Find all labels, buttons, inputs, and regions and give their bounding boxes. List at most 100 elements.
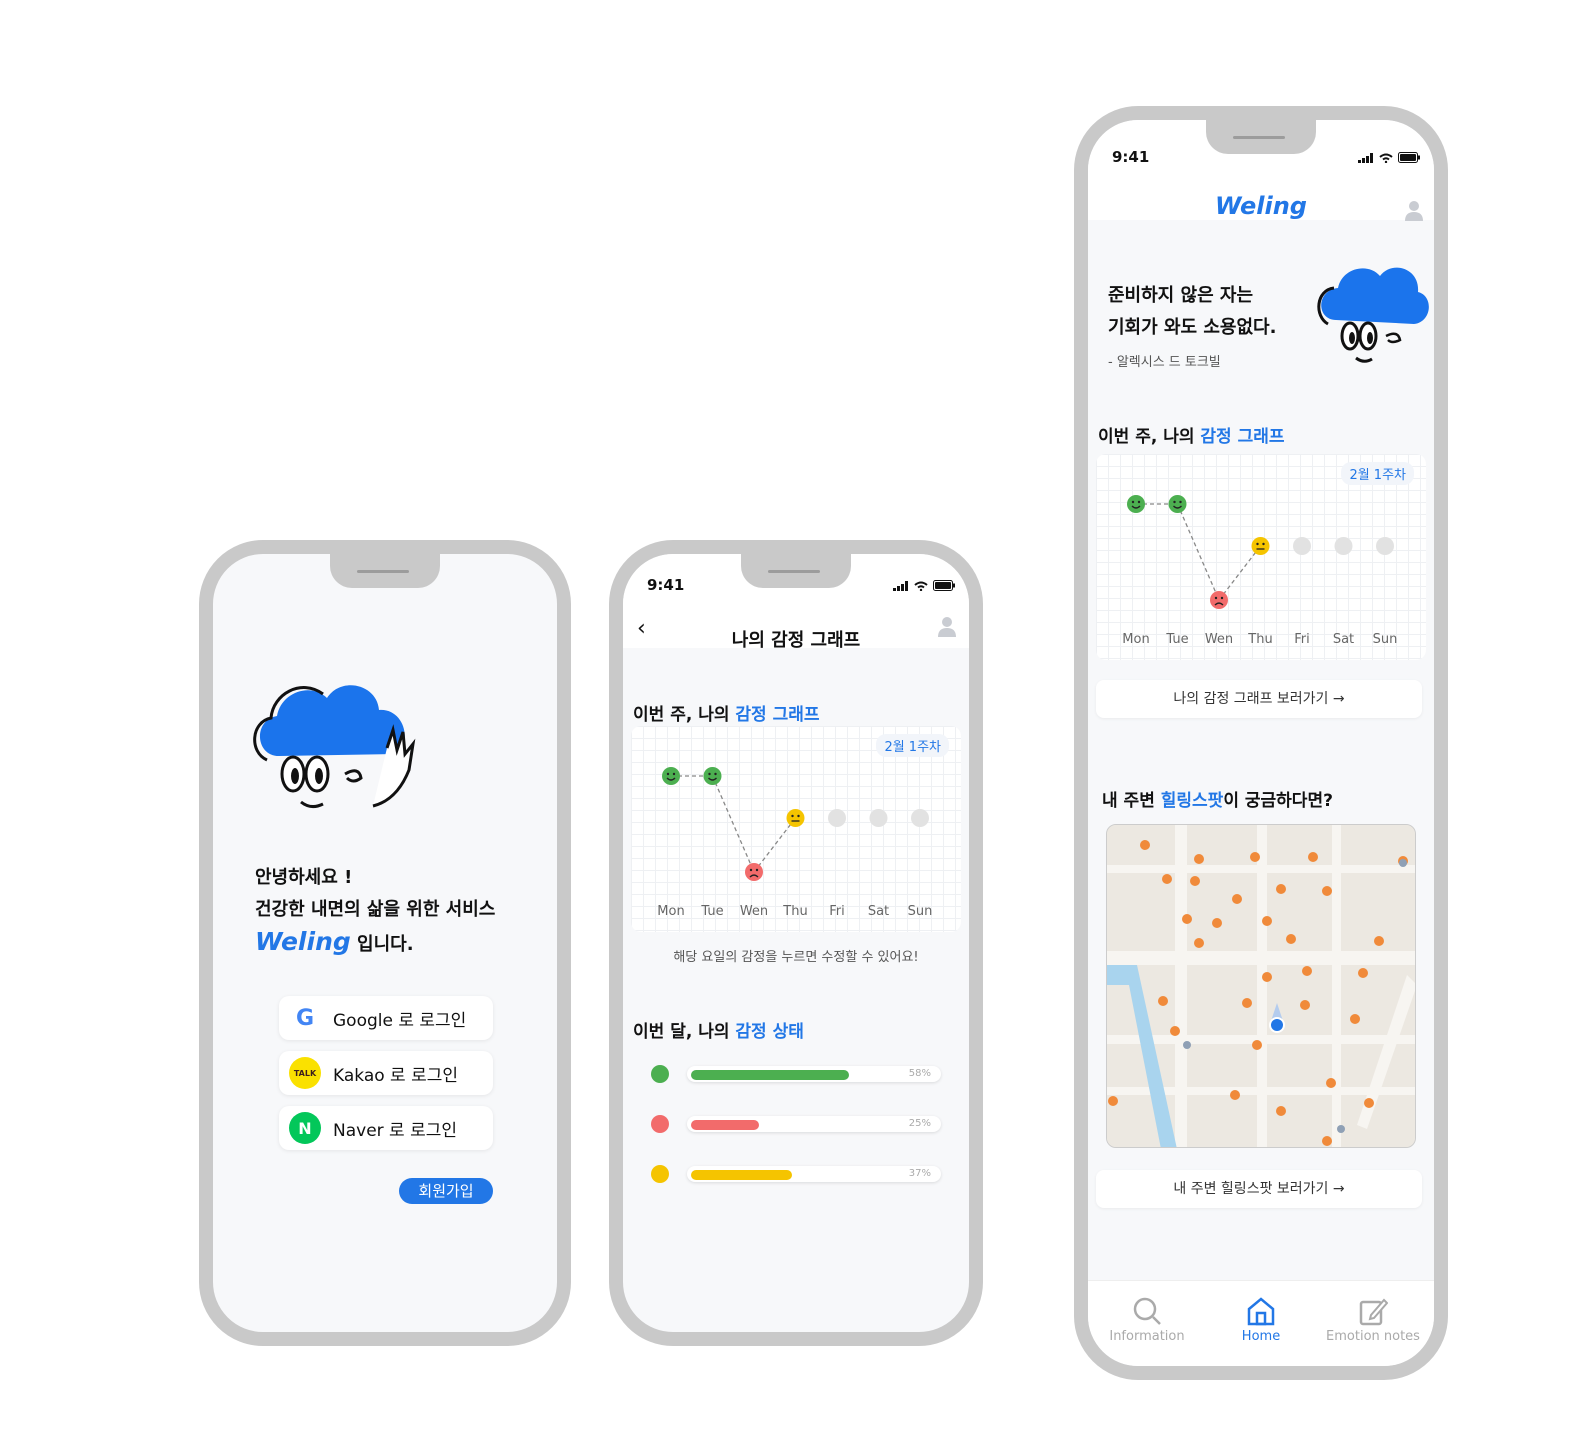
login-phone: 안녕하세요 ! 건강한 내면의 삶을 위한 서비스 Weling 입니다. G … xyxy=(199,540,571,1346)
cloud-mascot-waving xyxy=(253,685,416,809)
day-label: Wen xyxy=(739,904,769,919)
naver-login-label: Naver 로 로그인 xyxy=(333,1120,458,1141)
day-label: Fri xyxy=(829,904,845,919)
mood-bar-fill xyxy=(691,1120,759,1130)
tab-home[interactable]: Home xyxy=(1206,1295,1316,1344)
spot-section-title: 내 주변 힐링스팟이 궁금하다면? xyxy=(1102,786,1333,811)
nearby-map[interactable] xyxy=(1106,824,1416,1148)
tab-emotion-notes[interactable]: Emotion notes xyxy=(1318,1295,1428,1344)
mood-face-empty[interactable] xyxy=(869,809,888,827)
tab-emotion-notes-label: Emotion notes xyxy=(1326,1329,1420,1344)
bottom-tab-bar: Information Home Emotion notes xyxy=(1088,1280,1434,1366)
home-phone: 9:41 Weling 준비하지 않은 자는 기회가 와도 소용없다. - 알렉… xyxy=(1074,106,1448,1380)
day-label: Thu xyxy=(783,904,808,919)
mood-bar-row: 58% xyxy=(647,1062,943,1086)
mood-bar-track: 25% xyxy=(687,1116,941,1132)
mood-bar-percent: 58% xyxy=(908,1068,931,1079)
quote-line2: 기회가 와도 소용없다. xyxy=(1108,317,1277,338)
day-label: Mon xyxy=(1122,632,1150,647)
day-label: Mon xyxy=(657,904,685,919)
wifi-icon xyxy=(914,581,928,591)
daily-quote: 준비하지 않은 자는 기회가 와도 소용없다. xyxy=(1108,280,1276,344)
page-title: 나의 감정 그래프 xyxy=(731,630,861,651)
mood-face-empty[interactable] xyxy=(828,809,846,827)
week-section-title: 이번 주, 나의 감정 그래프 xyxy=(633,700,820,725)
mood-face-empty[interactable] xyxy=(1334,537,1353,555)
mood-face-neutral[interactable] xyxy=(786,809,805,827)
trend-line-segment xyxy=(753,817,797,873)
graph-phone: 9:41 ‹ 나의 감정 그래프 이번 주, 나의 감정 그래프 2월 1주차 … xyxy=(609,540,983,1346)
mood-face-sad[interactable] xyxy=(1210,591,1228,609)
profile-icon[interactable] xyxy=(1404,200,1424,222)
week-section-highlight: 감정 그래프 xyxy=(735,705,820,725)
week-section-highlight: 감정 그래프 xyxy=(1200,427,1285,447)
status-icons xyxy=(893,580,955,591)
google-login-button[interactable]: G Google 로 로그인 xyxy=(279,996,493,1040)
trend-line-segment xyxy=(711,775,755,873)
kakao-login-label: Kakao 로 로그인 xyxy=(333,1065,458,1086)
mood-face-happy[interactable] xyxy=(703,767,722,785)
mood-face-sad[interactable] xyxy=(745,863,763,881)
mood-bar-fill xyxy=(691,1070,849,1080)
cloud-mascot xyxy=(1317,267,1429,363)
week-graph-card: 2월 1주차 Mon Tue Wen Thu Fri Sat Sun xyxy=(1096,454,1426,660)
spot-section-highlight: 힐링스팟 xyxy=(1160,791,1224,811)
mood-face-empty[interactable] xyxy=(1376,537,1394,555)
day-label: Tue xyxy=(1166,632,1189,647)
greeting-text: 안녕하세요 ! 건강한 내면의 삶을 위한 서비스 Weling 입니다. xyxy=(255,862,495,961)
tab-information-label: Information xyxy=(1109,1329,1185,1344)
signup-button[interactable]: 회원가입 xyxy=(399,1178,493,1204)
search-icon xyxy=(1133,1297,1161,1325)
day-label: Sun xyxy=(907,904,933,919)
greeting-line1: 안녕하세요 ! xyxy=(255,867,353,888)
week-emotion-graph[interactable] xyxy=(631,726,961,906)
status-time: 9:41 xyxy=(647,576,685,594)
mood-face-sad xyxy=(651,1115,669,1133)
day-label: Wen xyxy=(1204,632,1234,647)
mood-face-happy[interactable] xyxy=(1127,495,1145,513)
mood-face-neutral[interactable] xyxy=(1251,537,1270,555)
week-emotion-graph[interactable] xyxy=(1096,454,1426,634)
home-icon xyxy=(1247,1297,1275,1326)
mood-bar-fill xyxy=(691,1170,792,1180)
google-icon: G xyxy=(289,1002,321,1034)
mood-bar-track: 58% xyxy=(687,1066,941,1082)
wifi-icon xyxy=(1379,153,1393,163)
phone-notch xyxy=(330,554,440,588)
map-graphic xyxy=(1107,825,1415,1147)
quote-author: - 알렉시스 드 토크빌 xyxy=(1108,355,1221,370)
mood-bar-row: 37% xyxy=(647,1162,943,1186)
month-section-prefix: 이번 달, 나의 xyxy=(633,1022,736,1042)
spot-link-button[interactable]: 내 주변 힐링스팟 보러가기 → xyxy=(1096,1170,1422,1208)
mood-bar-percent: 25% xyxy=(908,1118,931,1129)
trend-line-segment xyxy=(1218,545,1262,601)
week-section-prefix: 이번 주, 나의 xyxy=(633,705,736,725)
signal-icon xyxy=(893,580,908,591)
greeting-suffix: 입니다. xyxy=(357,934,414,955)
mood-face-happy[interactable] xyxy=(1168,495,1187,513)
quote-line1: 준비하지 않은 자는 xyxy=(1108,285,1254,306)
signal-icon xyxy=(1358,152,1373,163)
week-section-prefix: 이번 주, 나의 xyxy=(1098,427,1201,447)
kakao-icon: TALK xyxy=(289,1057,321,1089)
battery-icon xyxy=(933,580,955,591)
mood-bar-track: 37% xyxy=(687,1166,941,1182)
month-section-title: 이번 달, 나의 감정 상태 xyxy=(633,1017,804,1042)
profile-icon[interactable] xyxy=(937,616,957,638)
naver-icon: N xyxy=(289,1112,321,1144)
battery-icon xyxy=(1398,152,1420,163)
graph-link-button[interactable]: 나의 감정 그래프 보러가기 → xyxy=(1096,680,1422,718)
mood-face-empty[interactable] xyxy=(1293,537,1311,555)
mood-face-empty[interactable] xyxy=(911,809,929,827)
phone-notch xyxy=(1206,120,1316,154)
mood-face-happy[interactable] xyxy=(662,767,680,785)
mood-face-neutral xyxy=(651,1165,669,1183)
mood-bar-row: 25% xyxy=(647,1112,943,1136)
tab-home-label: Home xyxy=(1241,1329,1281,1344)
tab-information[interactable]: Information xyxy=(1092,1295,1202,1344)
brand-logo: Weling xyxy=(255,927,351,956)
day-label: Sat xyxy=(867,904,890,919)
brand-logo: Weling xyxy=(1215,192,1307,220)
naver-login-button[interactable]: N Naver 로 로그인 xyxy=(279,1106,493,1150)
kakao-login-button[interactable]: TALK Kakao 로 로그인 xyxy=(279,1051,493,1095)
